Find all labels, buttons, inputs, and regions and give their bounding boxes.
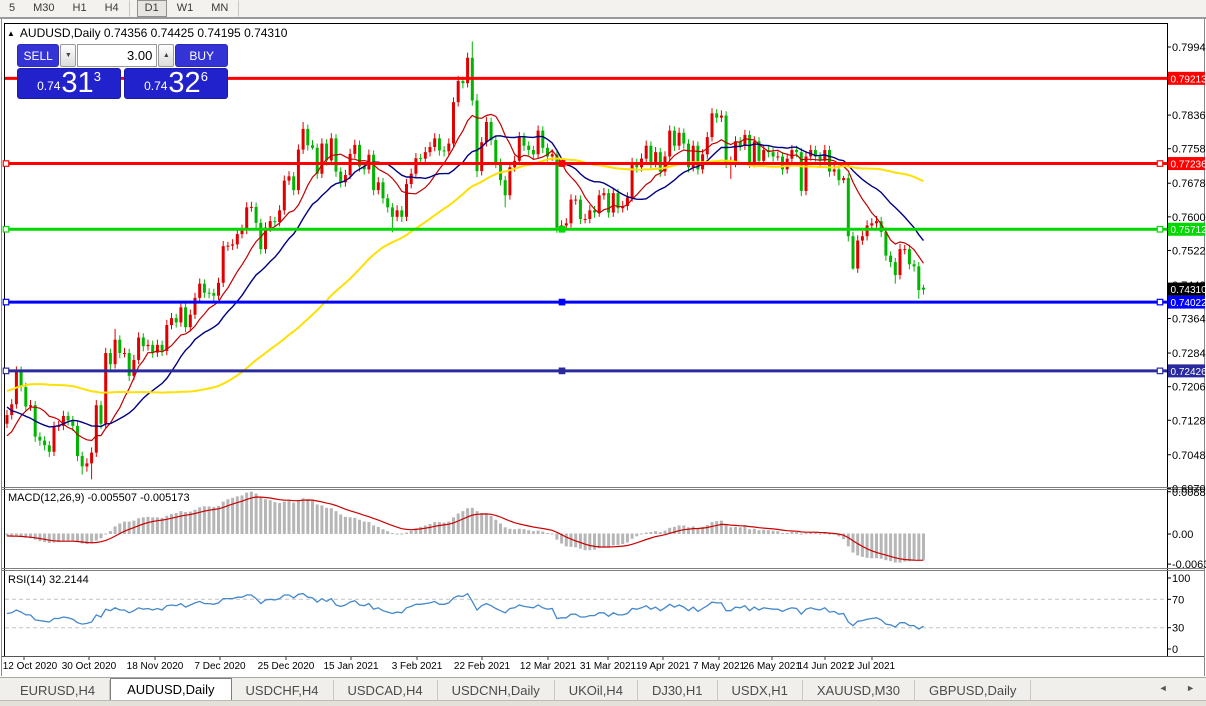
svg-text:0.73640: 0.73640 (1172, 314, 1206, 326)
svg-text:0.76780: 0.76780 (1172, 178, 1206, 190)
collapse-triangle-icon[interactable]: ▲ (7, 29, 15, 38)
chart-tab-gbpusd[interactable]: GBPUSD,Daily (915, 680, 1031, 701)
svg-text:12 Mar 2021: 12 Mar 2021 (520, 661, 577, 672)
svg-text:19 Apr 2021: 19 Apr 2021 (636, 661, 690, 672)
chart-tab-usdcad[interactable]: USDCAD,H4 (334, 680, 438, 701)
chart-tab-eurusd[interactable]: EURUSD,H4 (6, 680, 110, 701)
chevron-down-icon: ▼ (65, 52, 72, 59)
svg-text:30 Oct 2020: 30 Oct 2020 (62, 661, 117, 672)
volume-input[interactable] (77, 44, 157, 67)
price-label-chip: 0.75712 (1168, 223, 1206, 237)
svg-text:25 Dec 2020: 25 Dec 2020 (258, 661, 315, 672)
chart-tab-usdchf[interactable]: USDCHF,H4 (232, 680, 334, 701)
svg-text:26 May 2021: 26 May 2021 (743, 661, 801, 672)
sell-price-big: 31 (61, 70, 93, 96)
price-label-chip: 0.72426 (1168, 364, 1206, 378)
svg-text:0.72840: 0.72840 (1172, 348, 1206, 360)
svg-text:-0.00632: -0.00632 (1172, 559, 1206, 571)
svg-text:7 Dec 2020: 7 Dec 2020 (194, 661, 246, 672)
svg-text:0.77580: 0.77580 (1172, 144, 1206, 156)
buy-price-big: 32 (168, 70, 200, 96)
volume-up-button[interactable]: ▲ (158, 44, 174, 67)
svg-text:7 May 2021: 7 May 2021 (693, 661, 746, 672)
svg-text:0.77236: 0.77236 (1171, 160, 1206, 171)
svg-text:0.72060: 0.72060 (1172, 382, 1206, 394)
volume-down-button[interactable]: ▼ (60, 44, 76, 67)
svg-text:0.74022: 0.74022 (1171, 298, 1206, 309)
svg-text:2 Jul 2021: 2 Jul 2021 (849, 661, 896, 672)
svg-text:0: 0 (1172, 644, 1178, 656)
chart-tab-usdcnh[interactable]: USDCNH,Daily (438, 680, 555, 701)
svg-text:0.78360: 0.78360 (1172, 110, 1206, 122)
line-handle[interactable] (1157, 161, 1163, 167)
tabs-container: EURUSD,H4AUDUSD,DailyUSDCHF,H4USDCAD,H4U… (0, 678, 1031, 701)
chart-canvas[interactable]: 0.79940 0.78360 0.77580 0.76780 0.76000 0.752… (0, 0, 1206, 706)
price-label-chip: 0.77236 (1168, 157, 1206, 171)
buy-price-box[interactable]: 0.74 32 6 (124, 68, 228, 99)
svg-text:18 Nov 2020: 18 Nov 2020 (127, 661, 184, 672)
line-handle[interactable] (3, 299, 9, 305)
line-handle[interactable] (1157, 226, 1163, 232)
svg-text:31 Mar 2021: 31 Mar 2021 (580, 661, 637, 672)
chart-tab-audusd[interactable]: AUDUSD,Daily (110, 678, 231, 701)
svg-text:0.71280: 0.71280 (1172, 415, 1206, 427)
scroll-right-icon[interactable]: ► (1186, 683, 1203, 693)
symbol-header: ▲ AUDUSD,Daily 0.74356 0.74425 0.74195 0… (7, 26, 287, 40)
line-handle[interactable] (3, 226, 9, 232)
price-label-chip: 0.74310 (1168, 283, 1206, 297)
svg-text:0.008871: 0.008871 (1172, 487, 1206, 499)
price-label-chip: 0.74022 (1168, 296, 1206, 310)
svg-text:30: 30 (1172, 623, 1184, 635)
chart-tab-usdx[interactable]: USDX,H1 (718, 680, 803, 701)
line-handle[interactable] (1157, 299, 1163, 305)
chart-tab-xauusd[interactable]: XAUUSD,M30 (803, 680, 915, 701)
svg-text:0.76000: 0.76000 (1172, 212, 1206, 224)
svg-text:0.00: 0.00 (1172, 529, 1193, 541)
svg-text:0.74310: 0.74310 (1171, 285, 1206, 296)
sell-price-superscript: 3 (94, 70, 101, 83)
sell-price-box[interactable]: 0.74 31 3 (17, 68, 121, 99)
line-handle[interactable] (559, 226, 565, 232)
svg-text:14 Jun 2021: 14 Jun 2021 (797, 661, 852, 672)
line-handle[interactable] (3, 161, 9, 167)
svg-text:15 Jan 2021: 15 Jan 2021 (323, 661, 378, 672)
line-handle[interactable] (559, 368, 565, 374)
rsi-pane[interactable] (5, 571, 1167, 656)
sell-button[interactable]: SELL (17, 44, 59, 67)
status-strip (0, 700, 1206, 706)
rsi-indicator-label: RSI(14) 32.2144 (8, 574, 89, 586)
line-handle[interactable] (3, 368, 9, 374)
chart-tab-bar: EURUSD,H4AUDUSD,DailyUSDCHF,H4USDCAD,H4U… (0, 677, 1206, 701)
svg-text:0.70480: 0.70480 (1172, 450, 1206, 462)
chart-tab-dj30[interactable]: DJ30,H1 (638, 680, 718, 701)
svg-text:3 Feb 2021: 3 Feb 2021 (392, 661, 443, 672)
svg-text:70: 70 (1172, 594, 1184, 606)
symbol-ohlc-text: AUDUSD,Daily 0.74356 0.74425 0.74195 0.7… (20, 26, 288, 40)
svg-text:0.75220: 0.75220 (1172, 245, 1206, 257)
svg-text:0.72426: 0.72426 (1171, 367, 1206, 378)
mt4-window: 5M30H1H4D1W1MN 0.799400.783600.775800.76… (0, 0, 1206, 706)
scroll-left-icon[interactable]: ◄ (1159, 683, 1176, 693)
buy-button[interactable]: BUY (175, 44, 228, 67)
macd-indicator-label: MACD(12,26,9) -0.005507 -0.005173 (8, 492, 190, 504)
tab-scroll-arrows: ◄ ► (1159, 683, 1203, 693)
chevron-up-icon: ▲ (163, 52, 170, 59)
line-handle[interactable] (559, 299, 565, 305)
svg-text:0.75712: 0.75712 (1171, 225, 1206, 236)
line-handle[interactable] (559, 161, 565, 167)
svg-text:22 Feb 2021: 22 Feb 2021 (454, 661, 511, 672)
one-click-trade-panel: SELL ▼ ▲ BUY 0.74 31 3 0.74 32 6 (17, 44, 228, 99)
sell-price-prefix: 0.74 (37, 76, 60, 96)
buy-price-prefix: 0.74 (144, 76, 167, 96)
svg-text:0.79940: 0.79940 (1172, 42, 1206, 54)
svg-text:100: 100 (1172, 573, 1190, 585)
price-label-chip: 0.79213 (1168, 72, 1206, 86)
buy-price-superscript: 6 (201, 70, 208, 83)
svg-text:12 Oct 2020: 12 Oct 2020 (3, 661, 58, 672)
line-handle[interactable] (1157, 368, 1163, 374)
chart-tab-ukoil[interactable]: UKOil,H4 (555, 680, 638, 701)
svg-text:0.79213: 0.79213 (1171, 74, 1206, 85)
